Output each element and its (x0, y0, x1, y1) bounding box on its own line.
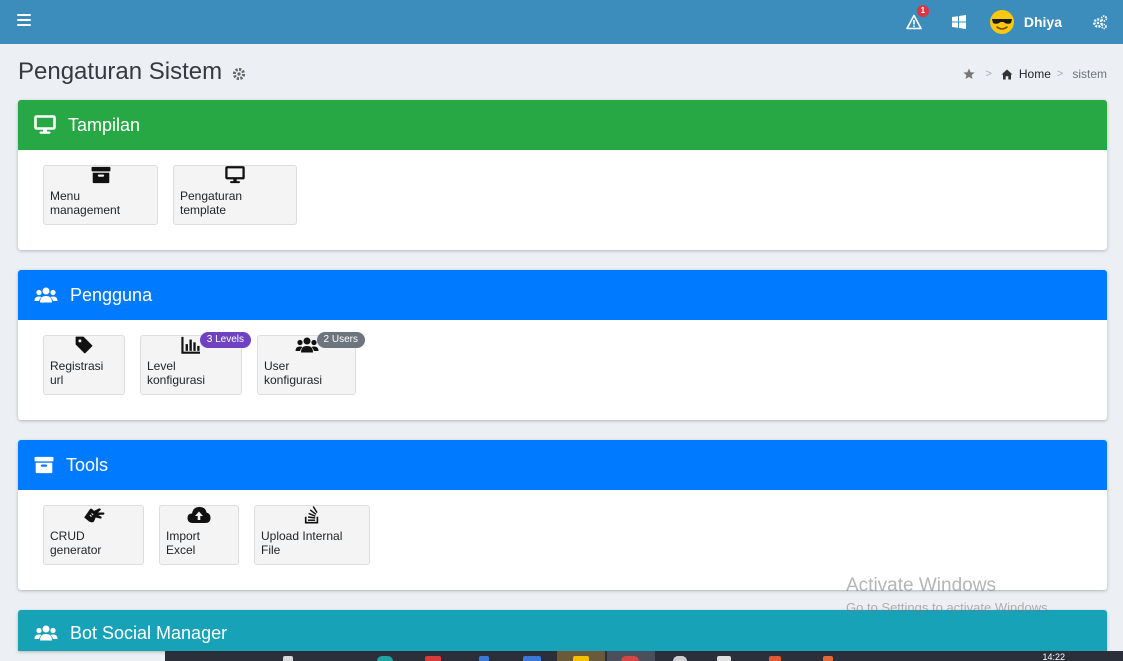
taskbar-app-icon[interactable] (717, 656, 731, 661)
tile-label: Pengaturan template (180, 189, 243, 217)
breadcrumb-separator: > (985, 68, 992, 80)
section-header: Bot Social Manager (18, 610, 1107, 651)
taskbar-app-icon[interactable] (621, 656, 639, 661)
taskbar-clock: 14:22 (1042, 652, 1065, 661)
tile-list: Registrasi url 3 Levels Level konfiguras… (18, 320, 1107, 410)
page-header: Pengaturan Sistem (18, 58, 246, 86)
tile-label: Upload Internal File (261, 529, 343, 557)
avatar (989, 10, 1014, 34)
sign-language-icon (83, 508, 104, 523)
section-title: Bot Social Manager (70, 622, 228, 643)
monitor-icon (34, 115, 56, 134)
level-konfigurasi-button[interactable]: 3 Levels Level konfigurasi (140, 332, 251, 395)
breadcrumb-current: sistem (1072, 67, 1107, 81)
cloud-upload-icon (187, 507, 211, 523)
chart-bar-icon (181, 336, 200, 354)
section-header: Tampilan (18, 100, 1107, 150)
breadcrumb-separator: > (1056, 68, 1064, 80)
home-icon (1001, 69, 1013, 79)
section-title: Pengguna (70, 284, 153, 305)
tile-label: Level konfigurasi (147, 359, 206, 387)
users-icon (34, 625, 58, 641)
levels-count-badge: 3 Levels (199, 332, 251, 348)
taskbar-app-icon[interactable] (673, 656, 687, 661)
breadcrumb-home-link[interactable]: Home (1019, 67, 1051, 81)
archive-icon (34, 456, 54, 474)
star-icon (963, 68, 976, 79)
import-excel-button[interactable]: Import Excel (159, 505, 239, 565)
taskbar-app-icon[interactable] (823, 656, 833, 661)
section-header: Pengguna (18, 270, 1107, 320)
monitor-icon (225, 166, 245, 184)
tile-list: CRUD generator Import Excel Upload Inter… (18, 490, 1107, 580)
navbar-right: 1 Dhiya (906, 0, 1123, 44)
section-title: Tools (66, 454, 109, 475)
crud-generator-button[interactable]: CRUD generator (43, 505, 144, 565)
alert-count-badge: 1 (916, 5, 929, 17)
top-navbar: 1 Dhiya (0, 0, 1123, 44)
users-icon (34, 287, 58, 303)
pengaturan-template-button[interactable]: Pengaturan template (173, 165, 297, 225)
tile-list: Menu management Pengaturan template (18, 150, 1107, 240)
tile-label: CRUD generator (50, 529, 102, 557)
section-tools: Tools CRUD generator Import Excel Upload… (18, 440, 1107, 590)
cogs-icon[interactable] (1092, 14, 1108, 30)
user-menu[interactable]: Dhiya (988, 8, 1062, 36)
os-taskbar: 14:22 (165, 651, 1123, 661)
taskbar-app-icon[interactable] (425, 656, 441, 661)
upload-internal-file-button[interactable]: Upload Internal File (254, 505, 370, 565)
user-name: Dhiya (1023, 14, 1062, 30)
archive-icon (91, 166, 110, 184)
tile-label: Import Excel (166, 529, 201, 557)
tag-icon (75, 336, 93, 354)
section-title: Tampilan (68, 114, 141, 135)
gear-icon (233, 67, 246, 81)
taskbar-app-icon[interactable] (769, 656, 781, 661)
alert-triangle-icon[interactable]: 1 (906, 5, 929, 30)
tile-label: Registrasi url (50, 359, 104, 387)
page-title: Pengaturan Sistem (18, 58, 223, 85)
taskbar-app-icon[interactable] (523, 656, 541, 661)
section-bot-social-manager: Bot Social Manager (18, 610, 1107, 651)
taskbar-app-icon[interactable] (283, 656, 293, 661)
section-tampilan: Tampilan Menu management Pengaturan temp… (18, 100, 1107, 250)
tile-label: User konfigurasi (264, 359, 323, 387)
taskbar-app-icon[interactable] (573, 656, 589, 661)
tile-label: Menu management (50, 189, 121, 217)
menu-management-button[interactable]: Menu management (43, 165, 158, 225)
windows-icon[interactable] (951, 15, 966, 29)
taskbar-app-icon[interactable] (479, 656, 489, 661)
registrasi-url-button[interactable]: Registrasi url (43, 335, 125, 395)
user-konfigurasi-button[interactable]: 2 Users User konfigurasi (257, 332, 365, 395)
section-pengguna: Pengguna Registrasi url 3 Levels Level k… (18, 270, 1107, 420)
users-count-badge: 2 Users (316, 332, 365, 348)
section-header: Tools (18, 440, 1107, 490)
taskbar-app-icon[interactable] (377, 656, 393, 661)
breadcrumb: > Home > sistem (963, 67, 1107, 81)
stack-overflow-icon (304, 506, 319, 524)
hamburger-menu-icon[interactable] (17, 14, 31, 26)
